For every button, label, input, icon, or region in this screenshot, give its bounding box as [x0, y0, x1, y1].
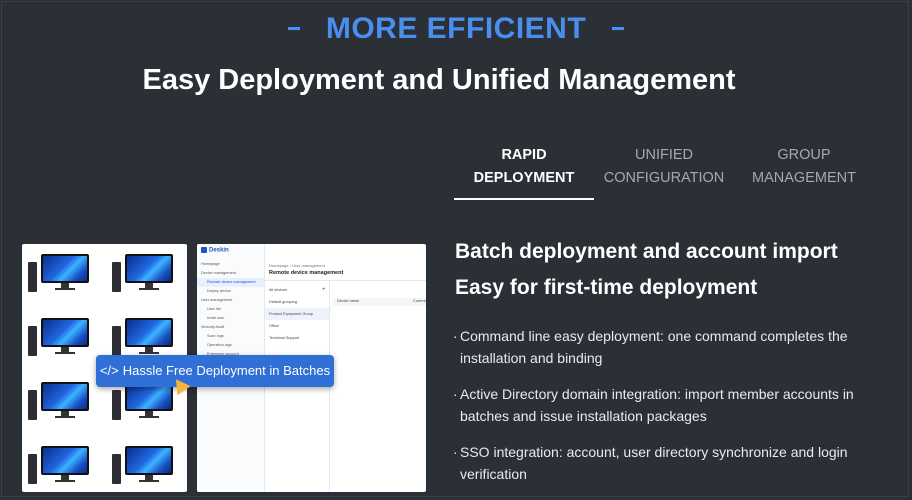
bullet-item: · Active Directory domain integration: im…: [453, 383, 893, 427]
computer-icon: [28, 446, 90, 484]
bullet-text: SSO integration: account, user directory…: [460, 444, 848, 482]
divider: [265, 280, 426, 281]
nav-item: User list: [207, 307, 221, 311]
group-item: Product Equipment Group: [265, 308, 329, 320]
app-breadcrumb: Homepage / User management: [269, 263, 325, 268]
dash-right: [612, 26, 625, 30]
feature-title-line1: Batch deployment and account import: [455, 240, 838, 263]
app-page-title: Remote device management: [269, 270, 344, 276]
feature-title: Batch deployment and account import Easy…: [455, 234, 895, 306]
bullet-marker: ·: [453, 444, 458, 460]
nav-item: Deploy device: [207, 289, 231, 293]
computer-icon: [112, 446, 174, 484]
page-title: Easy Deployment and Unified Management: [142, 64, 736, 96]
eyebrow-text: MORE EFFICIENT: [325, 12, 587, 45]
tab-rapid-deployment[interactable]: RAPID DEPLOYMENT: [454, 144, 594, 200]
nav-item: Device management: [201, 271, 236, 275]
nav-item: User management: [201, 298, 233, 302]
nav-item: Security Audit: [201, 325, 225, 329]
app-logo: Deskin: [201, 247, 229, 254]
bullet-item: · Command line easy deployment: one comma…: [453, 325, 893, 369]
group-item: Technical Support: [269, 336, 300, 340]
feature-title-line2: Easy for first-time deployment: [455, 276, 758, 299]
code-icon: </>: [99, 363, 119, 378]
computer-icon: [112, 254, 174, 292]
column-header: Device name: [337, 299, 360, 303]
logo-icon: [201, 247, 207, 253]
deployment-illustration: Deskin Homepage Device management Remote…: [22, 244, 426, 492]
group-item: All devices: [269, 288, 288, 292]
tab-unified-configuration[interactable]: UNIFIED CONFIGURATION: [594, 144, 734, 200]
bullet-marker: ·: [453, 386, 458, 402]
nav-item: Scan logs: [207, 334, 224, 338]
add-group-icon: +: [322, 287, 326, 293]
nav-item: Operation logs: [207, 343, 232, 347]
tab-group-management[interactable]: GROUP MANAGEMENT: [734, 144, 874, 200]
eyebrow: MORE EFFICIENT: [0, 12, 912, 46]
group-item: Office: [269, 324, 279, 328]
computer-icon: [28, 254, 90, 292]
column-header: Current: [413, 299, 426, 303]
group-item: Default grouping: [269, 300, 297, 304]
bullet-text: Active Directory domain integration: imp…: [460, 386, 854, 424]
computer-icon: [28, 318, 90, 356]
dash-left: [287, 26, 300, 30]
bullet-text: Command line easy deployment: one comman…: [460, 328, 848, 366]
group-list: All devices Default grouping Product Equ…: [265, 284, 329, 344]
feature-bullets: · Command line easy deployment: one comma…: [453, 325, 893, 499]
nav-item: Invite user: [207, 316, 225, 320]
computer-icon: [112, 318, 174, 356]
batch-deployment-badge: </> Hassle Free Deployment in Batches: [96, 355, 334, 387]
tab-bar: RAPID DEPLOYMENT UNIFIED CONFIGURATION G…: [454, 144, 874, 200]
badge-text: Hassle Free Deployment in Batches: [122, 363, 331, 378]
bullet-item: · SSO integration: account, user director…: [453, 441, 893, 485]
computer-icon: [28, 382, 90, 420]
nav-item: Remote device management: [197, 278, 264, 287]
nav-item: Homepage: [201, 262, 220, 266]
computer-icon: [112, 382, 174, 420]
bullet-marker: ·: [453, 328, 458, 344]
